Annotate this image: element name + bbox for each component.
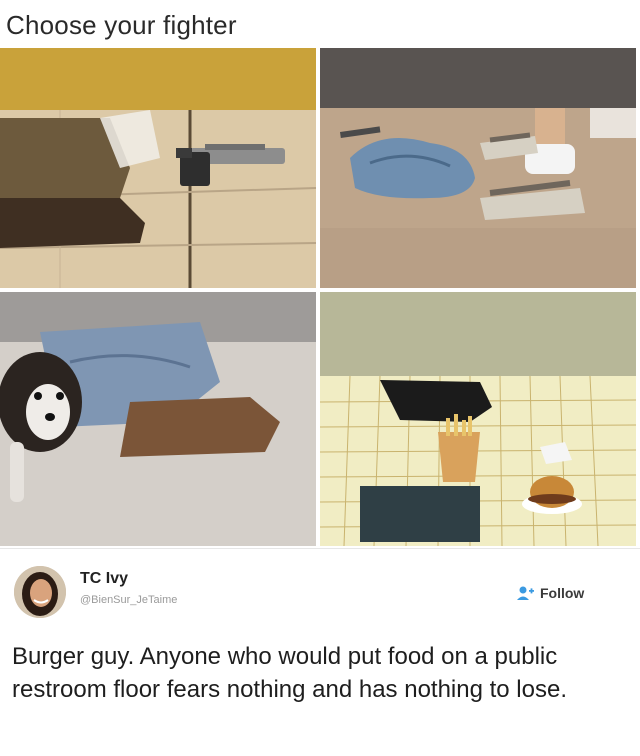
image-panel-pistol[interactable] (0, 48, 316, 288)
divider (0, 548, 640, 549)
image-panel-burger[interactable] (320, 292, 636, 546)
add-user-icon (517, 586, 534, 600)
image-panel-dog[interactable] (0, 292, 316, 546)
dog-scene (0, 292, 316, 546)
author-name[interactable]: TC Ivy (80, 570, 128, 588)
follow-button[interactable]: Follow (516, 582, 612, 604)
tweet-text: Burger guy. Anyone who would put food on… (12, 643, 567, 703)
follow-label: Follow (540, 585, 585, 601)
image-grid (0, 48, 640, 546)
pistol-scene (0, 48, 316, 288)
avatar-photo (14, 566, 66, 618)
page-title: Choose your fighter (6, 10, 237, 40)
burger-scene (320, 292, 636, 546)
author-handle[interactable]: @BienSur_JeTaime (80, 594, 177, 606)
avatar[interactable] (14, 566, 66, 618)
sandals-scene (320, 48, 636, 288)
image-panel-sandals[interactable] (320, 48, 636, 288)
